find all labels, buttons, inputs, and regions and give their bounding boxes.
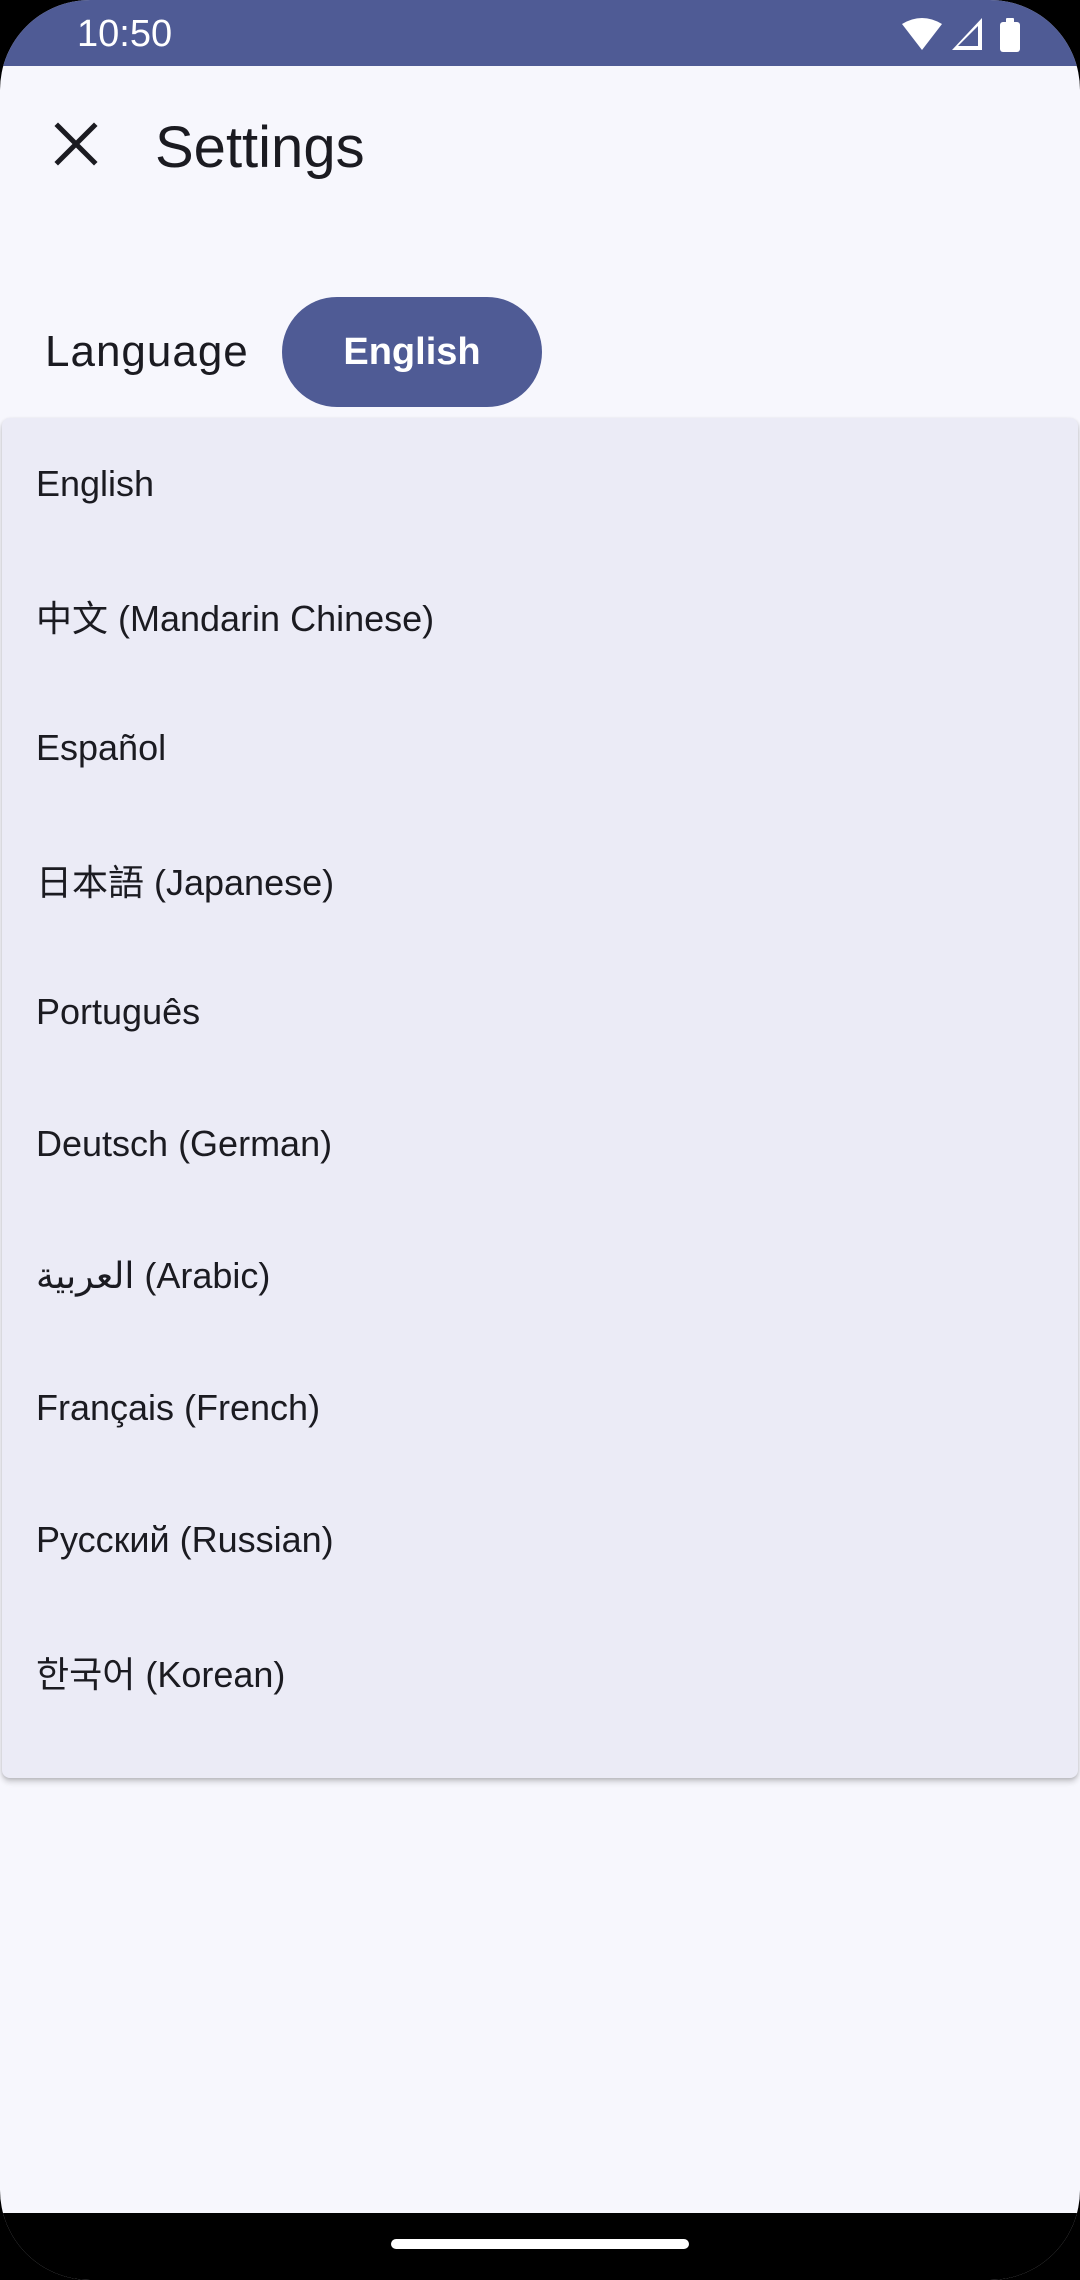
menu-item-arabic[interactable]: العربية (Arabic) [2, 1210, 1078, 1342]
language-dropdown-menu: English 中文 (Mandarin Chinese) Español 日本… [2, 418, 1078, 1778]
menu-item-spanish[interactable]: Español [2, 682, 1078, 814]
menu-item-english[interactable]: English [2, 418, 1078, 550]
status-icons [902, 16, 1028, 52]
battery-icon [1000, 18, 1020, 52]
menu-item-japanese[interactable]: 日本語 (Japanese) [2, 814, 1078, 946]
wifi-icon [902, 18, 942, 50]
menu-item-portuguese[interactable]: Português [2, 946, 1078, 1078]
close-button[interactable] [40, 108, 112, 180]
close-icon [54, 122, 98, 166]
language-selector-button[interactable]: English [282, 297, 542, 407]
menu-item-russian[interactable]: Русский (Russian) [2, 1474, 1078, 1606]
top-app-bar: Settings [0, 66, 1080, 242]
system-navigation-bar [0, 2213, 1080, 2280]
menu-item-mandarin-chinese[interactable]: 中文 (Mandarin Chinese) [2, 550, 1078, 682]
menu-item-french[interactable]: Français (French) [2, 1342, 1078, 1474]
status-time: 10:50 [77, 13, 173, 55]
signal-icon [952, 18, 982, 50]
page-title: Settings [155, 115, 365, 180]
menu-item-korean[interactable]: 한국어 (Korean) [2, 1606, 1078, 1738]
status-bar: 10:50 [0, 0, 1080, 66]
menu-item-german[interactable]: Deutsch (German) [2, 1078, 1078, 1210]
home-indicator[interactable] [391, 2239, 689, 2249]
settings-screen: 10:50 Settings Language English English … [0, 0, 1080, 2280]
language-label: Language [45, 327, 249, 376]
